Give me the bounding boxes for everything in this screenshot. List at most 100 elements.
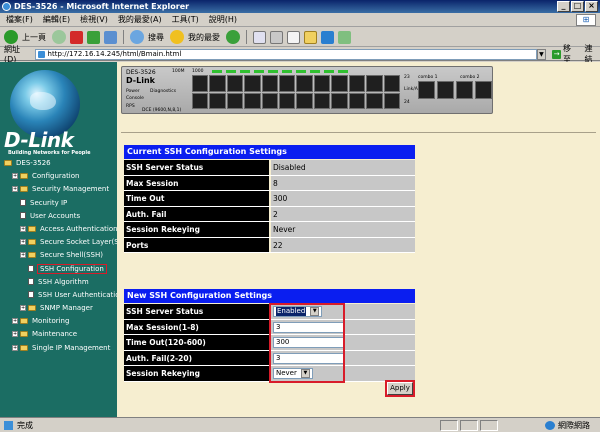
toolbar-separator (123, 30, 124, 44)
expand-icon[interactable]: + (12, 186, 18, 193)
folder-icon (28, 252, 36, 259)
sidebar-item-ssh-user-authentication[interactable]: SSH User Authentication (0, 289, 117, 302)
ethernet-port (348, 75, 366, 92)
folder-icon (20, 331, 28, 338)
folder-icon (20, 318, 28, 325)
close-button[interactable]: × (585, 1, 598, 12)
folder-icon[interactable] (304, 30, 317, 44)
folder-icon (4, 160, 12, 166)
expand-icon[interactable]: + (12, 318, 18, 325)
expand-icon[interactable]: + (12, 173, 18, 180)
sidebar-item-monitoring[interactable]: + Monitoring (0, 315, 117, 328)
status-bar: 完成 網際網路 (0, 417, 600, 432)
rekey-label: Session Rekeying (124, 366, 269, 381)
sidebar-item-des-3526[interactable]: DES-3526 (0, 157, 117, 170)
menu-edit[interactable]: 編輯(E) (43, 14, 70, 25)
server-status-label: SSH Server Status (124, 304, 269, 319)
security-zone: 網際網路 (545, 420, 590, 431)
ethernet-port (313, 75, 331, 92)
sidebar-item-label: Secure Socket Layer(SSL) (40, 238, 117, 247)
sidebar-item-user-accounts[interactable]: User Accounts (0, 210, 117, 223)
menu-help[interactable]: 說明(H) (209, 14, 237, 25)
ethernet-port (226, 75, 244, 92)
ethernet-port (192, 92, 209, 109)
combo1-label: combo 1 (418, 75, 438, 80)
sidebar-item-security-management[interactable]: + Security Management (0, 183, 117, 196)
back-button-label[interactable]: 上一頁 (22, 32, 46, 43)
go-arrow-icon: → (552, 49, 562, 59)
ethernet-port (348, 92, 366, 109)
sidebar-item-single-ip-management[interactable]: + Single IP Management (0, 342, 117, 355)
search-button-label[interactable]: 搜尋 (148, 32, 164, 43)
ethernet-port (366, 92, 383, 109)
menu-file[interactable]: 檔案(F) (6, 14, 33, 25)
sidebar-item-security-ip[interactable]: Security IP (0, 197, 117, 210)
expand-icon[interactable]: + (20, 239, 26, 246)
device-brand: D-Link (126, 76, 155, 85)
expand-icon[interactable]: + (12, 344, 18, 351)
sidebar-item-ssh-algorithm[interactable]: SSH Algorithm (0, 276, 117, 289)
research-icon[interactable] (338, 30, 351, 44)
edit-icon[interactable] (287, 30, 300, 44)
document-icon (20, 199, 26, 207)
ethernet-port (226, 92, 244, 109)
ethernet-port (331, 75, 348, 92)
sidebar-item-label: User Accounts (30, 211, 81, 220)
sidebar-item-configuration[interactable]: + Configuration (0, 170, 117, 183)
sidebar: D-Link Building Networks for People DES-… (0, 62, 117, 417)
sidebar-item-label: Security IP (30, 198, 68, 207)
expand-icon[interactable]: + (12, 331, 18, 338)
toolbar: 上一頁 搜尋 我的最愛 (0, 28, 600, 47)
expand-icon[interactable]: + (20, 225, 26, 232)
table-row: Ports 22 (124, 237, 415, 253)
divider (121, 132, 596, 133)
history-icon[interactable] (226, 30, 240, 44)
favorites-button-label[interactable]: 我的最愛 (188, 32, 220, 43)
document-icon (20, 212, 26, 220)
mail-icon[interactable] (253, 30, 266, 44)
menu-view[interactable]: 檢視(V) (80, 14, 108, 25)
table-row: Auth. Fail 2 (124, 206, 415, 222)
address-input[interactable]: http://172.16.14.245/html/Bmain.html (34, 48, 537, 60)
address-label: 網址(D) (4, 45, 20, 64)
expand-icon[interactable]: + (20, 305, 26, 312)
address-dropdown-icon[interactable]: ▼ (536, 48, 547, 60)
sidebar-item-ssh-configuration[interactable]: SSH Configuration (0, 263, 117, 276)
folder-icon (28, 239, 36, 246)
setting-key: Auth. Fail (124, 206, 269, 221)
favorites-star-icon[interactable] (170, 30, 184, 44)
search-icon[interactable] (130, 30, 144, 44)
page-icon (4, 420, 13, 430)
forward-icon[interactable] (52, 30, 66, 44)
setting-value: Never (271, 222, 415, 237)
main-content: DES-3526 D-Link Power Console RPS Diagno… (117, 62, 600, 417)
new-settings-title: New SSH Configuration Settings (124, 289, 415, 303)
messenger-icon[interactable] (321, 30, 334, 44)
print-icon[interactable] (270, 30, 283, 44)
minimize-button[interactable]: _ (557, 1, 570, 12)
sidebar-item-label: Security Management (32, 185, 110, 194)
expand-icon[interactable]: + (20, 252, 26, 259)
home-icon[interactable] (104, 30, 117, 44)
back-icon[interactable] (4, 30, 18, 44)
sidebar-item-label: SSH Configuration (37, 263, 107, 274)
stop-icon[interactable] (70, 30, 83, 44)
sidebar-item-snmp-manager[interactable]: + SNMP Manager (0, 302, 117, 315)
sidebar-item-access-authentication-con[interactable]: + Access Authentication Con (0, 223, 117, 236)
menu-favorites[interactable]: 我的最愛(A) (118, 14, 162, 25)
ie-icon (2, 2, 11, 11)
window-title-bar: DES-3526 - Microsoft Internet Explorer _… (0, 0, 600, 13)
setting-value: 8 (271, 175, 415, 190)
sidebar-item-secure-shell-ssh[interactable]: + Secure Shell(SSH) (0, 249, 117, 262)
ethernet-port (261, 92, 279, 109)
maximize-button[interactable]: □ (571, 1, 584, 12)
ethernet-port (366, 75, 383, 92)
diagnostics-label: Diagnostics (150, 89, 177, 94)
sidebar-item-secure-socket-layer-ssl[interactable]: + Secure Socket Layer(SSL) (0, 236, 117, 249)
console-settings-label: DCE (9600,N,8,1) (142, 108, 182, 113)
sidebar-item-maintenance[interactable]: + Maintenance (0, 328, 117, 341)
combo2-ports (456, 81, 492, 99)
status-cell (440, 420, 458, 431)
refresh-icon[interactable] (87, 30, 100, 44)
menu-tools[interactable]: 工具(T) (172, 14, 199, 25)
